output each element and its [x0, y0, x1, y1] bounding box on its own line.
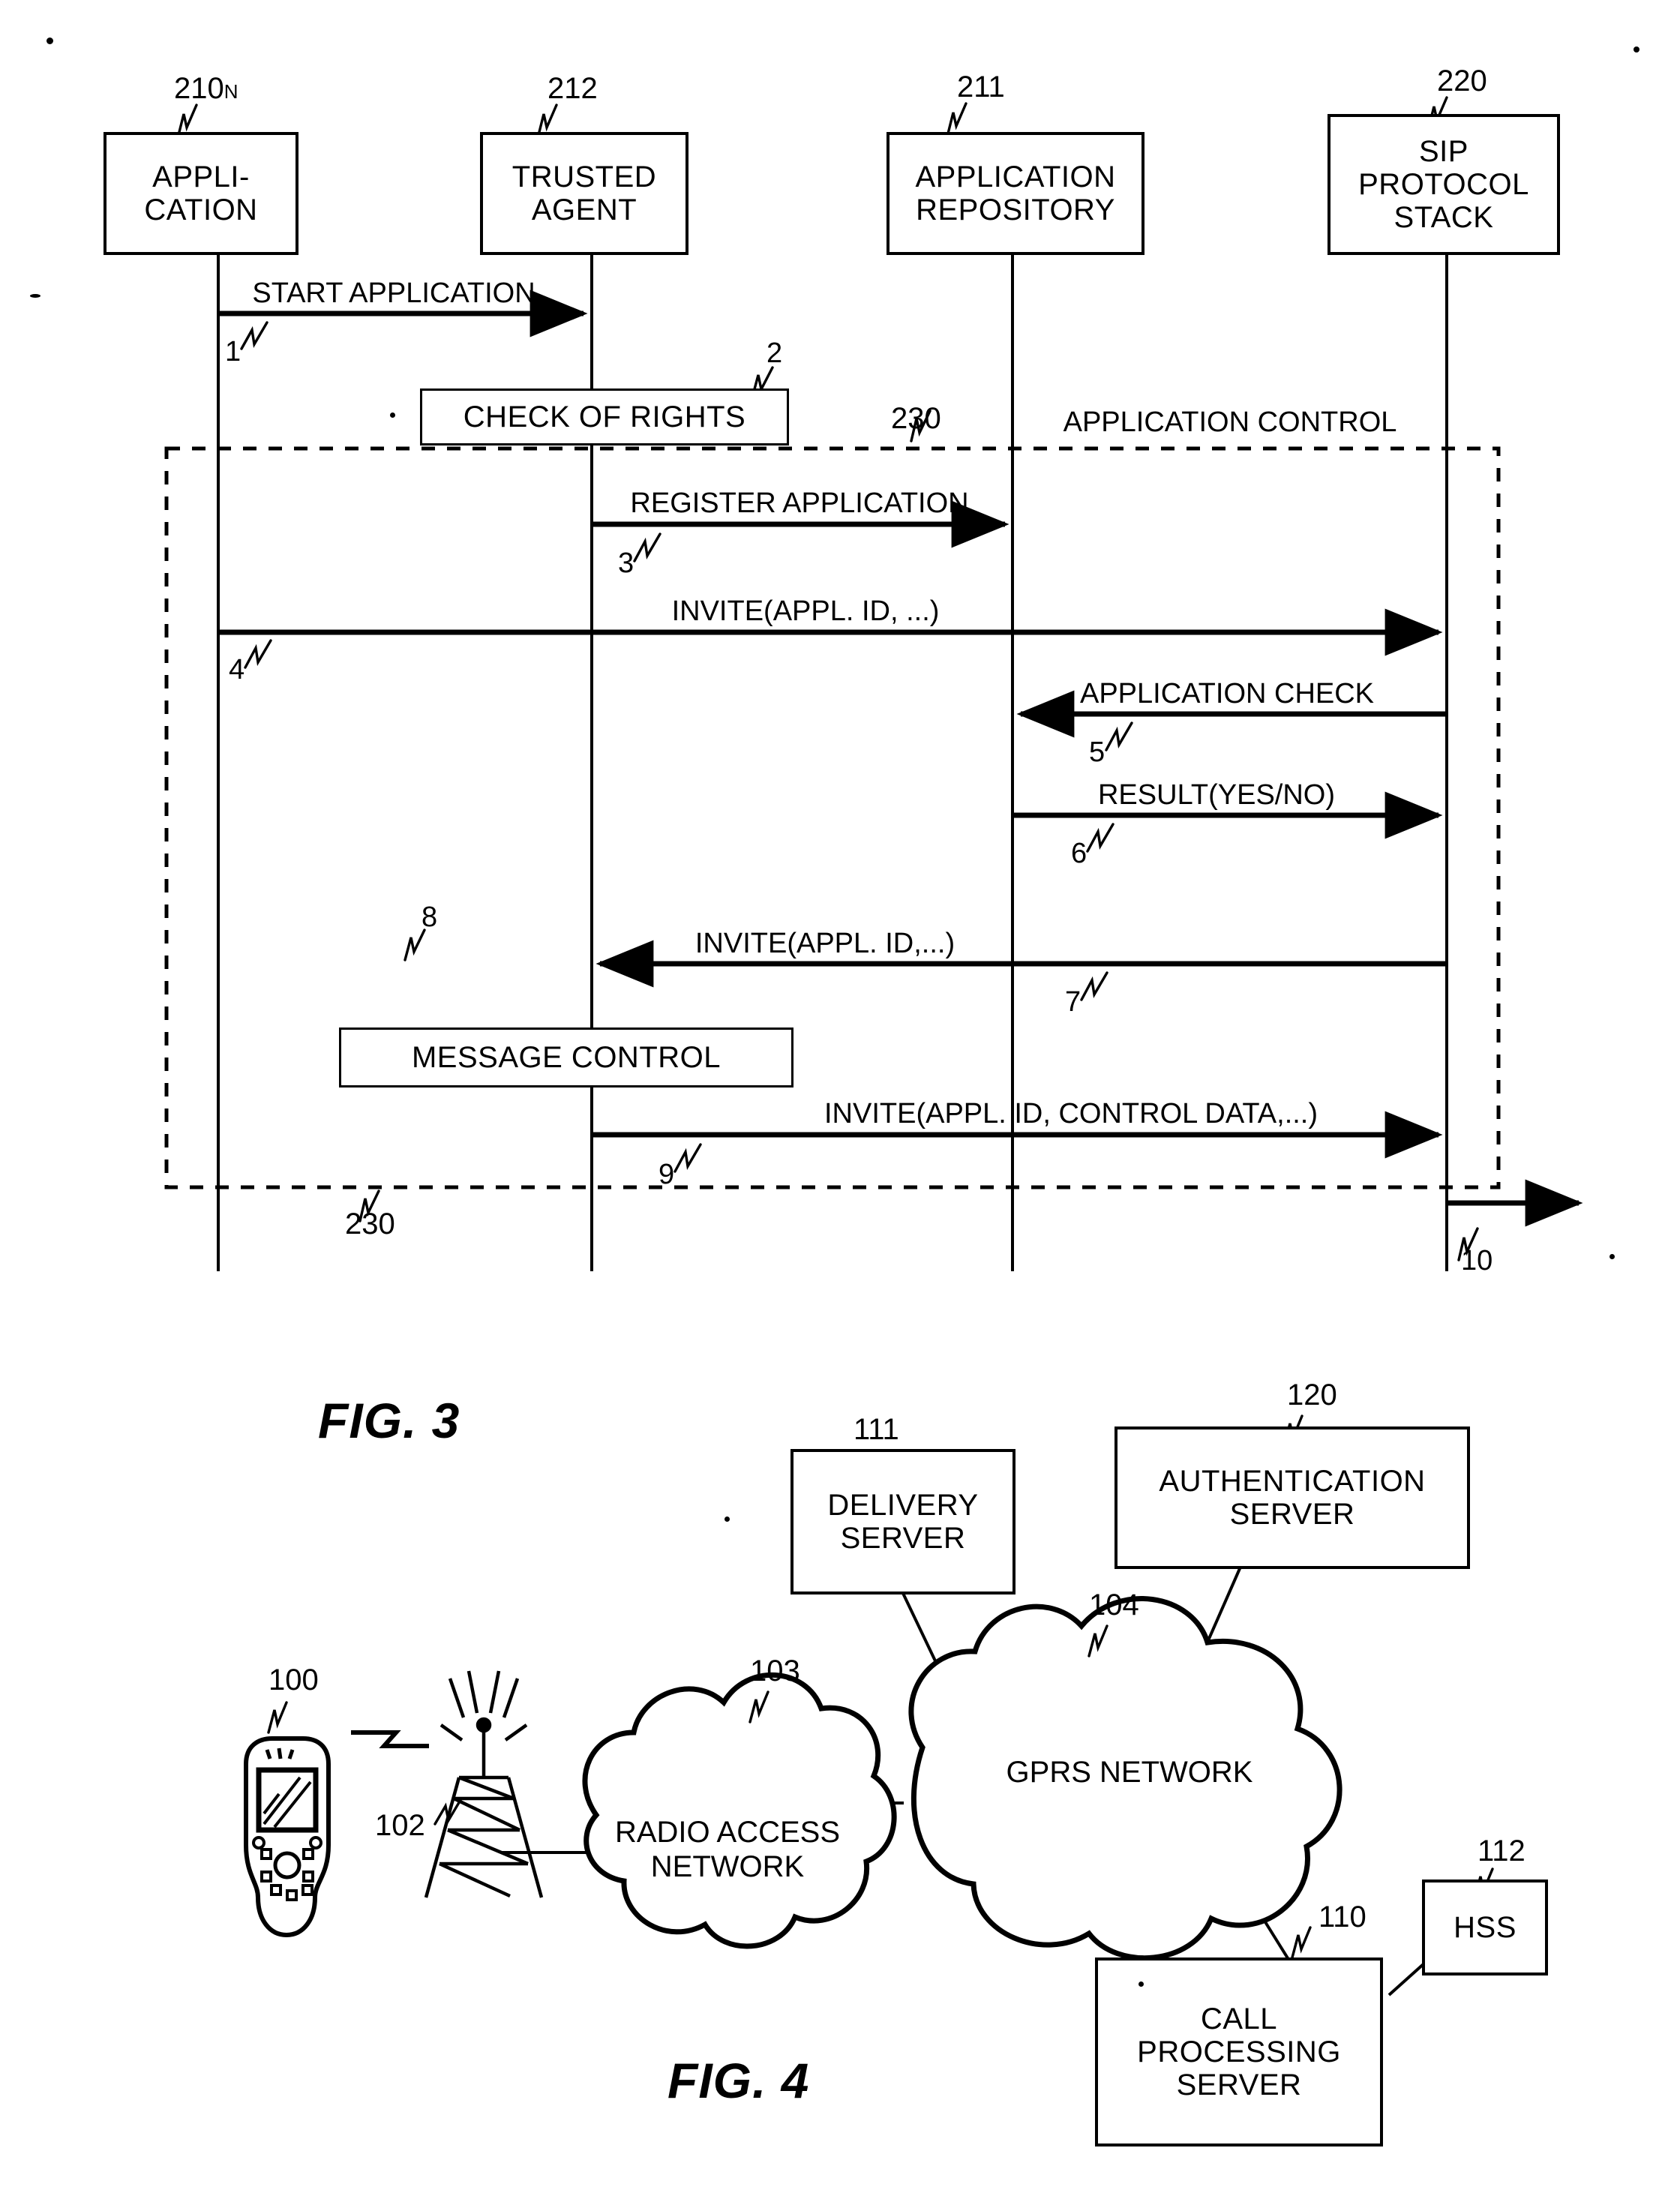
cloud-label-gprs-network: GPRS NETWORK	[1006, 1756, 1253, 1789]
lifeline-box-trusted-agent: TRUSTED AGENT	[480, 132, 688, 255]
scan-speck	[1138, 1982, 1144, 1987]
message-label-result-yes-no: RESULT(YES/NO)	[1097, 779, 1336, 811]
ref-100: 100	[268, 1664, 319, 1696]
ref-210-number: 210	[174, 72, 224, 105]
mobile-phone-icon	[244, 1736, 331, 1938]
ref-230-bottom: 230	[345, 1208, 395, 1240]
ref-210n: 210N	[174, 72, 238, 106]
cloud-radio-access-network	[582, 1672, 897, 1949]
ref-msg-1: 1	[225, 336, 242, 368]
lifeline-box-application: APPLI- CATION	[104, 132, 298, 255]
ref-msg-9: 9	[658, 1159, 675, 1190]
ref-211: 211	[957, 70, 1005, 104]
node-label-delivery-server: DELIVERY SERVER	[827, 1489, 979, 1555]
ref-msg-3: 3	[618, 548, 634, 579]
scan-speck	[46, 38, 53, 44]
scan-speck	[1634, 46, 1640, 52]
ref-230-top: 230	[891, 402, 941, 435]
ref-104: 104	[1089, 1588, 1139, 1622]
scan-speck	[1610, 1254, 1615, 1259]
scan-speck	[390, 412, 395, 418]
ref-103: 103	[750, 1654, 800, 1688]
ref-110: 110	[1318, 1900, 1366, 1934]
lifeline-label-trusted-agent: TRUSTED AGENT	[512, 160, 657, 226]
lifeline-label-sip-protocol-stack: SIP PROTOCOL STACK	[1358, 135, 1529, 234]
ref-120: 120	[1287, 1378, 1337, 1412]
ref-msg-4: 4	[229, 654, 245, 686]
ref-msg-6: 6	[1071, 838, 1088, 869]
node-box-delivery-server: DELIVERY SERVER	[790, 1449, 1016, 1594]
message-label-register-application: REGISTER APPLICATION	[630, 488, 969, 519]
lifeline-label-application: APPLI- CATION	[144, 160, 258, 226]
ref-112: 112	[1478, 1834, 1526, 1868]
activity-label-check-of-rights: CHECK OF RIGHTS	[463, 400, 746, 434]
node-box-authentication-server: AUTHENTICATION SERVER	[1114, 1426, 1470, 1569]
ref-activity-8: 8	[422, 902, 438, 933]
ref-212: 212	[548, 72, 598, 105]
base-station-tower	[424, 1670, 544, 1898]
figure-caption-4: FIG. 4	[668, 2053, 810, 2108]
node-box-call-processing-server: CALL PROCESSING SERVER	[1095, 1958, 1383, 2146]
ref-102: 102	[375, 1809, 425, 1842]
node-box-hss: HSS	[1422, 1880, 1548, 1976]
message-label-invite-appl-id: INVITE(APPL. ID, ...)	[671, 596, 940, 627]
region-label-application-control: APPLICATION CONTROL	[1063, 406, 1397, 438]
lifeline-label-application-repository: APPLICATION REPOSITORY	[915, 160, 1116, 226]
message-label-invite-control-data: INVITE(APPL. ID, CONTROL DATA,...)	[824, 1098, 1318, 1130]
scan-speck	[30, 294, 40, 298]
ref-210-subscript: N	[224, 80, 238, 103]
ref-msg-5: 5	[1089, 736, 1106, 768]
ref-msg-7: 7	[1065, 986, 1082, 1018]
lifeline-box-sip-protocol-stack: SIP PROTOCOL STACK	[1328, 114, 1560, 255]
activity-label-message-control: MESSAGE CONTROL	[411, 1040, 721, 1074]
figure-3: APPLI- CATION TRUSTED AGENT APPLICATION REP…	[0, 0, 1680, 2190]
message-label-invite-appl-id-2: INVITE(APPL. ID,...)	[694, 928, 956, 959]
ref-msg-10: 10	[1461, 1245, 1493, 1276]
radio-wave-icon	[351, 1730, 429, 1748]
ref-activity-2: 2	[766, 338, 783, 369]
activity-box-check-of-rights: CHECK OF RIGHTS	[420, 388, 789, 446]
cloud-label-radio-access-network: RADIO ACCESS NETWORK	[614, 1816, 841, 1883]
figure-caption-3: FIG. 3	[318, 1393, 460, 1448]
node-label-call-processing-server: CALL PROCESSING SERVER	[1137, 2002, 1341, 2102]
ref-111: 111	[854, 1413, 899, 1446]
message-label-start-application: START APPLICATION	[252, 278, 536, 309]
ref-220: 220	[1437, 64, 1487, 98]
scan-speck	[724, 1516, 730, 1522]
message-label-application-check: APPLICATION CHECK	[1079, 678, 1375, 710]
lifeline-box-application-repository: APPLICATION REPOSITORY	[886, 132, 1144, 255]
activity-box-message-control: MESSAGE CONTROL	[339, 1028, 794, 1088]
node-label-hss: HSS	[1454, 1911, 1516, 1944]
node-label-authentication-server: AUTHENTICATION SERVER	[1159, 1465, 1426, 1531]
